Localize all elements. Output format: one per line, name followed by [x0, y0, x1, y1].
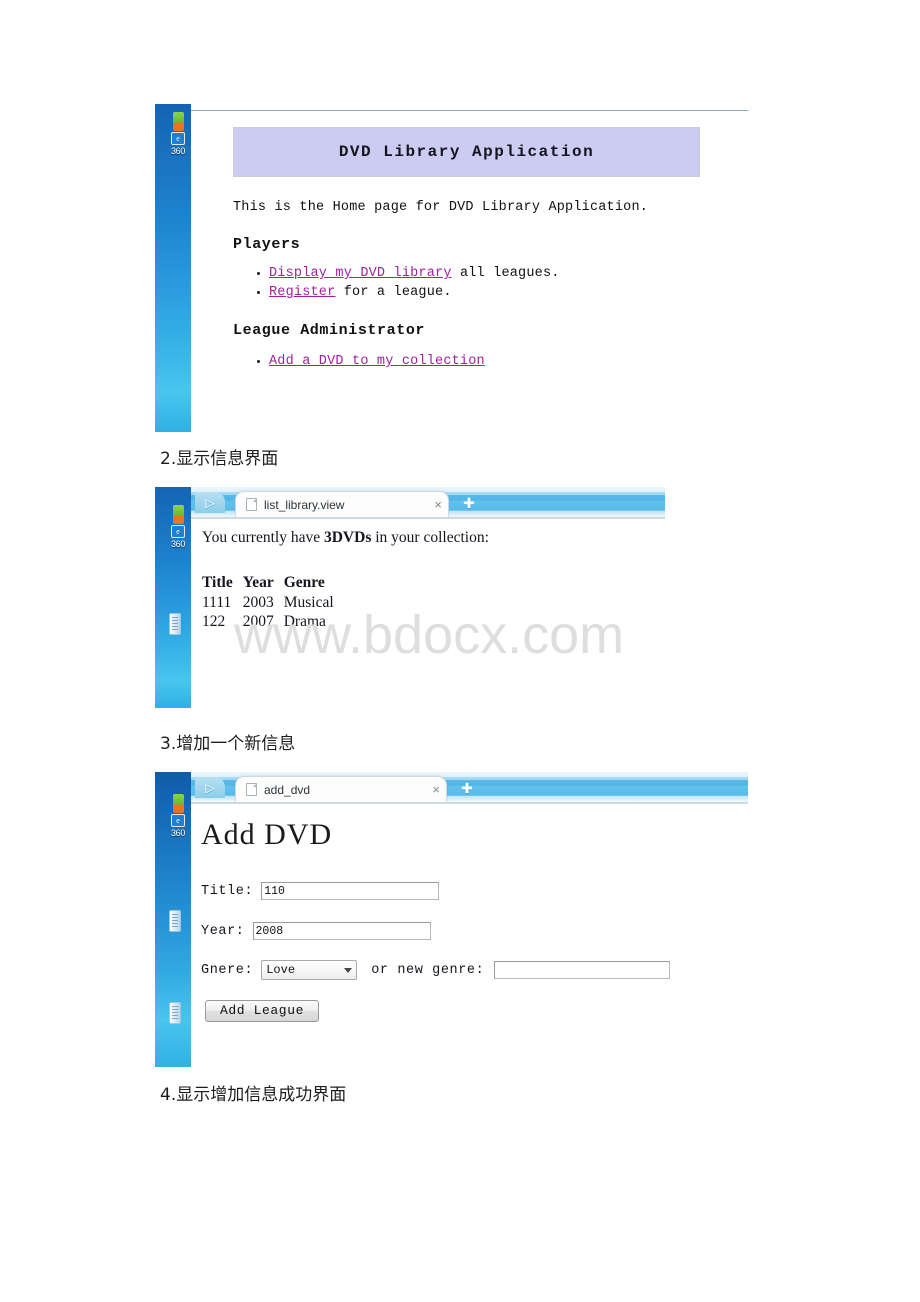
year-label: Year: — [201, 923, 245, 939]
genre-select[interactable]: Love — [261, 960, 358, 980]
dvd-table: Title Year Genre 1111 2003 Musical 122 2… — [202, 574, 344, 632]
browser-tab-bar: ▷ add_dvd × ✚ — [191, 772, 748, 802]
title-label: Title: — [201, 883, 254, 899]
browser-viewport-home: DVD Library Application This is the Home… — [191, 112, 748, 432]
tab-title: list_library.view — [264, 497, 345, 512]
desktop-icon-group[interactable]: e 360 — [167, 794, 189, 838]
desktop-icon-label: 360 — [170, 828, 186, 838]
desktop-icon-group[interactable]: e 360 — [167, 112, 189, 156]
close-icon[interactable]: × — [432, 783, 440, 796]
browser-tab-bar: ▷ list_library.view × ✚ — [191, 487, 665, 517]
list-item: Display my DVD library all leagues. — [269, 264, 560, 283]
section-heading-players: Players — [233, 236, 301, 253]
form-row-title: Title: 110 — [201, 882, 440, 900]
list-item-rest: for a league. — [335, 285, 452, 300]
cell-title: 1111 — [202, 594, 232, 611]
year-input[interactable]: 2008 — [252, 922, 431, 940]
table-row: 1111 2003 Musical — [202, 594, 344, 613]
page-file-icon — [246, 498, 257, 511]
intro-paragraph: This is the Home page for DVD Library Ap… — [233, 200, 649, 215]
link-add-a-dvd-to-my-collection[interactable]: Add a DVD to my collection — [269, 354, 485, 369]
chevron-right-icon: ▷ — [205, 495, 215, 510]
screenshot-list-library: e 360 ▷ list_library.view × ✚ You curren… — [155, 487, 665, 708]
ie-browser-icon[interactable]: e — [171, 525, 185, 538]
table-header-row: Title Year Genre — [202, 574, 344, 594]
dvd-count: 3 — [323, 529, 332, 546]
caption-2: 2.显示信息界面 — [160, 449, 279, 469]
column-header-genre: Genre — [283, 574, 325, 591]
genre-select-value: Love — [266, 963, 296, 977]
page-title: Add DVD — [201, 818, 333, 851]
window-top-border — [191, 110, 748, 111]
chevron-right-icon: ▷ — [205, 780, 215, 795]
title-input[interactable]: 110 — [261, 882, 440, 900]
caption-3: 3.增加一个新信息 — [160, 734, 296, 754]
list-item: Register for a league. — [269, 283, 560, 302]
360-safe-icon[interactable] — [172, 505, 184, 524]
list-item-rest: all leagues. — [451, 266, 560, 281]
taskbar-button[interactable] — [169, 613, 181, 635]
link-display-my-dvd-library[interactable]: Display my DVD library — [269, 266, 452, 281]
add-league-button[interactable]: Add League — [205, 1000, 320, 1022]
close-icon[interactable]: × — [434, 498, 442, 511]
ie-browser-icon[interactable]: e — [171, 814, 185, 827]
admin-link-list: Add a DVD to my collection — [247, 352, 485, 371]
screenshot-home-page: e 360 DVD Library Application This is th… — [155, 104, 748, 432]
screenshot-add-dvd: e 360 ▷ add_dvd × ✚ Add DVD Title: 110 Y… — [155, 772, 748, 1067]
column-header-title: Title — [202, 574, 233, 591]
form-row-year: Year: 2008 — [201, 922, 431, 940]
browser-tab-list-library[interactable]: list_library.view × — [235, 491, 449, 517]
browser-viewport-list-library: You currently have 3DVDs in your collect… — [191, 519, 665, 708]
tab-list-nav-button[interactable]: ▷ — [195, 777, 225, 798]
link-register[interactable]: Register — [269, 285, 335, 300]
table-row: 122 2007 Drama — [202, 613, 344, 632]
new-genre-input[interactable] — [494, 961, 671, 979]
cell-genre: Musical — [283, 594, 334, 611]
ie-browser-icon[interactable]: e — [171, 132, 185, 145]
players-link-list: Display my DVD library all leagues. Regi… — [247, 264, 560, 302]
app-title-banner: DVD Library Application — [233, 127, 700, 177]
app-title-text: DVD Library Application — [338, 143, 595, 161]
browser-tab-add-dvd[interactable]: add_dvd × — [235, 776, 447, 802]
new-tab-icon[interactable]: ✚ — [457, 781, 477, 798]
desktop-icon-label: 360 — [170, 539, 186, 549]
cell-year: 2003 — [242, 594, 274, 611]
cell-year: 2007 — [242, 613, 274, 630]
browser-viewport-add-dvd: Add DVD Title: 110 Year: 2008 Gnere: Lov… — [191, 804, 748, 1067]
cell-genre: Drama — [283, 613, 326, 630]
dvd-count-unit: DVDs — [331, 529, 372, 546]
cell-title: 122 — [202, 613, 226, 630]
tab-title: add_dvd — [264, 782, 311, 797]
page-file-icon — [246, 783, 257, 796]
tab-list-nav-button[interactable]: ▷ — [195, 492, 225, 513]
section-heading-league-administrator: League Administrator — [233, 322, 426, 339]
column-header-year: Year — [242, 574, 274, 591]
desktop-icon-group[interactable]: e 360 — [167, 505, 189, 549]
sentence-prefix: You currently have — [202, 529, 324, 546]
taskbar-button[interactable] — [169, 910, 181, 932]
taskbar-button[interactable] — [169, 1002, 181, 1024]
chevron-down-icon — [344, 967, 353, 973]
360-safe-icon[interactable] — [172, 112, 184, 131]
collection-count-sentence: You currently have 3DVDs in your collect… — [202, 529, 489, 547]
desktop-icon-label: 360 — [170, 146, 186, 156]
sentence-suffix: in your collection: — [371, 529, 489, 546]
360-safe-icon[interactable] — [172, 794, 184, 813]
new-tab-icon[interactable]: ✚ — [459, 496, 479, 513]
genre-label: Gnere: — [201, 962, 254, 978]
list-item: Add a DVD to my collection — [269, 352, 485, 371]
form-row-genre: Gnere: Love or new genre: — [201, 960, 671, 980]
new-genre-label: or new genre: — [371, 962, 485, 978]
caption-4: 4.显示增加信息成功界面 — [160, 1085, 347, 1105]
